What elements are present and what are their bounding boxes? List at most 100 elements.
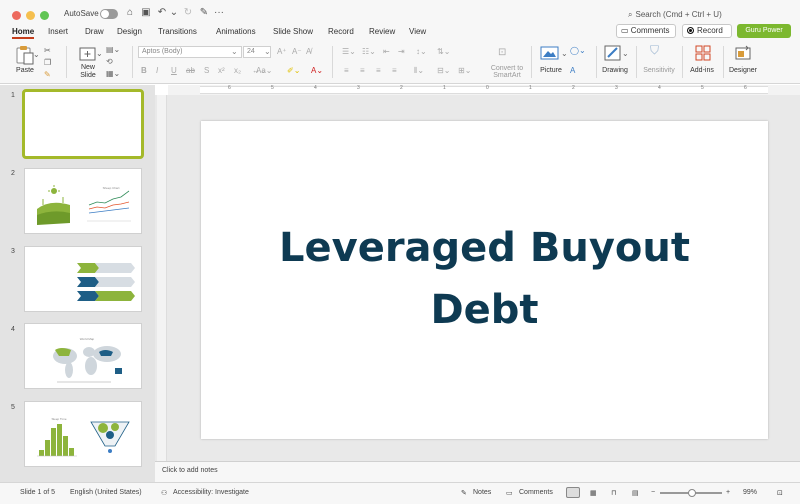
- reset-icon[interactable]: ⟲: [106, 57, 113, 67]
- columns-icon[interactable]: ⫴⌄: [414, 66, 424, 76]
- notes-placeholder[interactable]: Click to add notes: [162, 467, 218, 474]
- slide-thumbnail-2[interactable]: Sheep Chart: [24, 168, 142, 234]
- new-slide-dropdown-icon[interactable]: ⌄: [96, 49, 103, 59]
- picture-icon[interactable]: [540, 45, 560, 61]
- zoom-level[interactable]: 99%: [743, 489, 757, 496]
- section-icon[interactable]: ▦⌄: [106, 69, 120, 79]
- decrease-indent-icon[interactable]: ⇤: [383, 47, 390, 57]
- slide-thumbnail-1[interactable]: [22, 89, 144, 159]
- ribbon-separator: [531, 46, 532, 78]
- zoom-out-icon[interactable]: −: [651, 489, 655, 496]
- tab-view[interactable]: View: [409, 27, 426, 36]
- comments-button[interactable]: ▭ Comments: [616, 24, 676, 38]
- vertical-align-icon[interactable]: ⊞⌄: [458, 66, 471, 76]
- notes-pane[interactable]: [155, 461, 800, 482]
- sensitivity-icon[interactable]: ⛉: [650, 44, 659, 56]
- increase-font-icon[interactable]: A⁺: [277, 47, 287, 57]
- autosave-toggle[interactable]: [100, 9, 118, 19]
- bullets-icon[interactable]: ☰⌄: [342, 47, 356, 57]
- numbering-icon[interactable]: ☷⌄: [362, 47, 376, 57]
- undo-icon[interactable]: ↶: [156, 7, 168, 19]
- line-spacing-icon[interactable]: ↕⌄: [416, 47, 427, 57]
- tab-transitions[interactable]: Transitions: [158, 27, 197, 36]
- normal-view-icon[interactable]: [566, 487, 580, 498]
- vertical-ruler[interactable]: [157, 95, 167, 461]
- font-color-icon[interactable]: A⌄: [311, 66, 323, 76]
- comments-status-icon[interactable]: ▭: [506, 489, 513, 497]
- slide-thumbnail-5[interactable]: Sleep Time: [24, 401, 142, 467]
- strikethrough-icon[interactable]: ab: [186, 66, 195, 76]
- italic-icon[interactable]: I: [156, 66, 158, 76]
- designer-icon[interactable]: [734, 44, 752, 62]
- text-box-icon[interactable]: A: [570, 66, 575, 76]
- strike-icon[interactable]: S: [204, 66, 209, 76]
- decrease-font-icon[interactable]: A⁻: [292, 47, 302, 57]
- zoom-slider-handle[interactable]: [688, 489, 696, 497]
- drawing-dropdown-icon[interactable]: ⌄: [622, 49, 629, 59]
- align-right-icon[interactable]: ≡: [376, 66, 381, 76]
- justify-icon[interactable]: ≡: [392, 66, 397, 76]
- redo-icon[interactable]: ↻: [182, 7, 194, 19]
- language-status[interactable]: English (United States): [70, 489, 142, 496]
- zoom-in-icon[interactable]: +: [726, 489, 730, 496]
- paste-dropdown-icon[interactable]: ⌄: [33, 50, 40, 60]
- increase-indent-icon[interactable]: ⇥: [398, 47, 405, 57]
- align-left-icon[interactable]: ≡: [344, 66, 349, 76]
- comments-status-button[interactable]: Comments: [519, 489, 553, 496]
- drawing-icon[interactable]: [604, 44, 622, 62]
- save-icon[interactable]: ▣: [140, 7, 152, 19]
- record-button[interactable]: Record: [682, 24, 732, 38]
- align-text-icon[interactable]: ⊟⌄: [437, 66, 450, 76]
- font-name-select[interactable]: Aptos (Body): [138, 46, 242, 58]
- tab-design[interactable]: Design: [117, 27, 142, 36]
- slide-canvas[interactable]: Leveraged Buyout Debt: [201, 121, 768, 439]
- format-painter-icon[interactable]: ✎: [198, 7, 210, 19]
- slideshow-view-icon[interactable]: ▤: [632, 489, 639, 497]
- new-slide-icon[interactable]: [78, 45, 98, 63]
- clear-format-icon[interactable]: A̸: [306, 47, 311, 57]
- minimize-window-button[interactable]: [26, 11, 35, 20]
- smartart-icon[interactable]: ⊡: [498, 48, 506, 58]
- tab-record[interactable]: Record: [328, 27, 354, 36]
- slide-title[interactable]: Leveraged Buyout Debt: [201, 217, 768, 341]
- accessibility-status[interactable]: Accessibility: Investigate: [173, 489, 249, 496]
- text-direction-icon[interactable]: ⇅⌄: [437, 47, 450, 57]
- copy-icon[interactable]: ❐: [44, 58, 51, 68]
- font-size-dropdown-icon[interactable]: ⌄: [264, 47, 271, 57]
- align-center-icon[interactable]: ≡: [360, 66, 365, 76]
- cut-icon[interactable]: ✂: [44, 46, 51, 56]
- tab-insert[interactable]: Insert: [48, 27, 68, 36]
- layout-icon[interactable]: ▤⌄: [106, 45, 120, 55]
- picture-dropdown-icon[interactable]: ⌄: [561, 49, 568, 59]
- notes-icon[interactable]: ✎: [461, 489, 467, 497]
- maximize-window-button[interactable]: [40, 11, 49, 20]
- close-window-button[interactable]: [12, 11, 21, 20]
- slide-thumbnail-4[interactable]: World Map: [24, 323, 142, 389]
- format-painter-icon[interactable]: ✎: [44, 70, 51, 80]
- search-box[interactable]: ⌕ Search (Cmd + Ctrl + U): [628, 10, 722, 20]
- tab-draw[interactable]: Draw: [85, 27, 104, 36]
- notes-button[interactable]: Notes: [473, 489, 491, 496]
- bold-icon[interactable]: B: [141, 66, 147, 76]
- superscript-icon[interactable]: x²: [218, 66, 225, 76]
- highlight-icon[interactable]: ✐⌄: [287, 66, 300, 76]
- tab-home[interactable]: Home: [12, 27, 34, 36]
- font-name-dropdown-icon[interactable]: ⌄: [231, 47, 238, 57]
- undo-dropdown-icon[interactable]: ⌄: [168, 7, 180, 19]
- more-icon[interactable]: ···: [213, 7, 225, 19]
- tab-animations[interactable]: Animations: [216, 27, 256, 36]
- home-icon[interactable]: ⌂: [124, 7, 136, 19]
- shapes-icon[interactable]: ◯⌄: [570, 46, 586, 56]
- guru-power-button[interactable]: Guru Power: [737, 24, 791, 38]
- reading-view-icon[interactable]: ⊓: [611, 489, 616, 497]
- tab-slide-show[interactable]: Slide Show: [273, 27, 313, 36]
- add-ins-icon[interactable]: [694, 44, 712, 62]
- tab-review[interactable]: Review: [369, 27, 395, 36]
- change-case-icon[interactable]: Aa⌄: [256, 66, 273, 76]
- subscript-icon[interactable]: x₂: [234, 66, 241, 76]
- underline-icon[interactable]: U: [171, 66, 177, 76]
- fit-to-window-icon[interactable]: ⊡: [777, 489, 783, 497]
- slide-sorter-icon[interactable]: ▦: [590, 489, 597, 497]
- slide-thumbnail-3[interactable]: [24, 246, 142, 312]
- ribbon-separator: [636, 46, 637, 78]
